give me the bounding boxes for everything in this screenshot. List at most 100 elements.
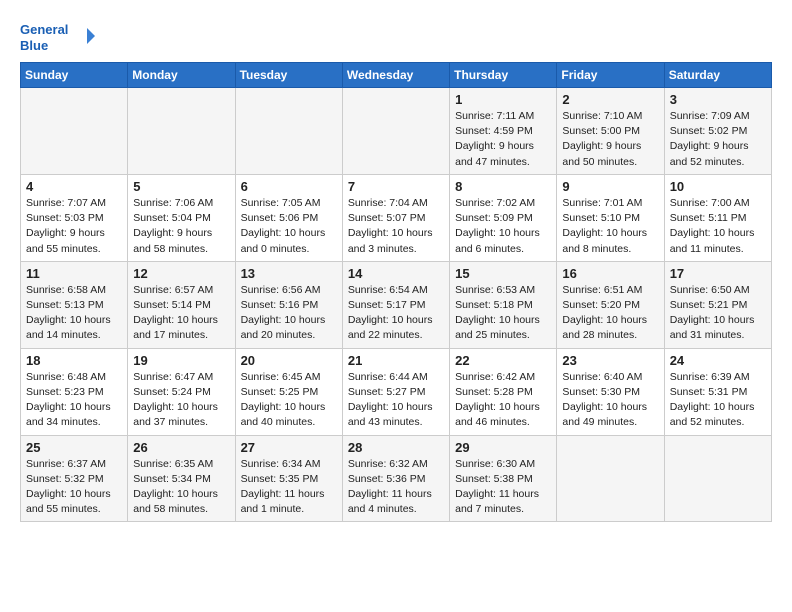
day-cell: 17 Sunrise: 6:50 AMSunset: 5:21 PMDayligh… (664, 261, 771, 348)
day-info-line: Daylight: 10 hours and 46 minutes. (455, 401, 540, 428)
day-info-line: Sunset: 5:06 PM (241, 212, 319, 224)
day-number: 21 (348, 353, 444, 368)
day-info: Sunrise: 6:30 AMSunset: 5:38 PMDaylight:… (455, 457, 551, 518)
day-info-line: Daylight: 10 hours and 17 minutes. (133, 314, 218, 341)
day-info: Sunrise: 6:44 AMSunset: 5:27 PMDaylight:… (348, 370, 444, 431)
day-info: Sunrise: 6:50 AMSunset: 5:21 PMDaylight:… (670, 283, 766, 344)
day-cell: 8 Sunrise: 7:02 AMSunset: 5:09 PMDaylight… (450, 174, 557, 261)
day-info: Sunrise: 6:42 AMSunset: 5:28 PMDaylight:… (455, 370, 551, 431)
day-number: 8 (455, 179, 551, 194)
day-info-line: Sunset: 5:02 PM (670, 125, 748, 137)
day-info-line: Sunrise: 6:54 AM (348, 284, 428, 296)
day-info-line: Daylight: 10 hours and 49 minutes. (562, 401, 647, 428)
day-info-line: Sunset: 5:38 PM (455, 473, 533, 485)
day-info-line: Daylight: 11 hours and 1 minute. (241, 488, 325, 515)
day-cell: 13Sunrise: 6:56 AMSunset: 5:16 PMDayligh… (235, 261, 342, 348)
day-info-line: Daylight: 10 hours and 37 minutes. (133, 401, 218, 428)
day-info-line: Sunrise: 6:48 AM (26, 371, 106, 383)
day-cell: 5Sunrise: 7:06 AMSunset: 5:04 PMDaylight… (128, 174, 235, 261)
day-info-line: Sunrise: 7:06 AM (133, 197, 213, 209)
day-info-line: Sunrise: 6:35 AM (133, 458, 213, 470)
day-info: Sunrise: 6:34 AMSunset: 5:35 PMDaylight:… (241, 457, 337, 518)
day-info-line: Sunset: 5:20 PM (562, 299, 640, 311)
day-info-line: Sunrise: 7:00 AM (670, 197, 750, 209)
day-number: 29 (455, 440, 551, 455)
day-info-line: Sunset: 5:36 PM (348, 473, 426, 485)
day-info-line: Daylight: 11 hours and 7 minutes. (455, 488, 539, 515)
day-info-line: Sunset: 5:04 PM (133, 212, 211, 224)
day-number: 18 (26, 353, 122, 368)
logo-svg: General Blue (20, 16, 100, 56)
day-info-line: Sunrise: 6:45 AM (241, 371, 321, 383)
header-sunday: Sunday (21, 63, 128, 88)
day-info: Sunrise: 6:51 AMSunset: 5:20 PMDaylight:… (562, 283, 658, 344)
day-cell (235, 88, 342, 175)
day-info-line: Sunset: 5:28 PM (455, 386, 533, 398)
day-info: Sunrise: 6:37 AMSunset: 5:32 PMDaylight:… (26, 457, 122, 518)
day-cell: 1Sunrise: 7:11 AMSunset: 4:59 PMDaylight… (450, 88, 557, 175)
day-number: 24 (670, 353, 766, 368)
day-cell: 27Sunrise: 6:34 AMSunset: 5:35 PMDayligh… (235, 435, 342, 522)
day-info-line: Sunset: 5:30 PM (562, 386, 640, 398)
day-info-line: Daylight: 10 hours and 40 minutes. (241, 401, 326, 428)
day-number: 13 (241, 266, 337, 281)
day-info-line: Sunset: 5:24 PM (133, 386, 211, 398)
day-info-line: Sunset: 5:32 PM (26, 473, 104, 485)
header-tuesday: Tuesday (235, 63, 342, 88)
day-info-line: Sunrise: 7:05 AM (241, 197, 321, 209)
day-info: Sunrise: 7:00 AMSunset: 5:11 PMDaylight:… (670, 196, 766, 257)
day-number: 17 (670, 266, 766, 281)
day-number: 22 (455, 353, 551, 368)
day-info-line: Sunrise: 7:10 AM (562, 110, 642, 122)
day-info-line: Sunset: 5:10 PM (562, 212, 640, 224)
day-cell: 9Sunrise: 7:01 AMSunset: 5:10 PMDaylight… (557, 174, 664, 261)
day-info: Sunrise: 6:47 AM Sunset: 5:24 PM Daylight:… (133, 370, 229, 431)
day-info: Sunrise: 6:40 AMSunset: 5:30 PMDaylight:… (562, 370, 658, 431)
week-row-5: 25Sunrise: 6:37 AMSunset: 5:32 PMDayligh… (21, 435, 772, 522)
day-info-line: Sunset: 5:25 PM (241, 386, 319, 398)
day-cell: 14Sunrise: 6:54 AMSunset: 5:17 PMDayligh… (342, 261, 449, 348)
day-number: 6 (241, 179, 337, 194)
day-info-line: Daylight: 10 hours and 25 minutes. (455, 314, 540, 341)
day-info-line: Sunset: 5:07 PM (348, 212, 426, 224)
day-info-line: Sunrise: 6:47 AM (133, 371, 213, 383)
day-info-line: Sunset: 5:11 PM (670, 212, 747, 224)
day-info: Sunrise: 7:11 AMSunset: 4:59 PMDaylight:… (455, 109, 551, 170)
day-info-line: Sunset: 5:34 PM (133, 473, 211, 485)
header-monday: Monday (128, 63, 235, 88)
day-info-line: Daylight: 9 hours and 50 minutes. (562, 140, 641, 167)
day-info-line: Daylight: 10 hours and 0 minutes. (241, 227, 326, 254)
day-number: 26 (133, 440, 229, 455)
day-number: 28 (348, 440, 444, 455)
day-info: Sunrise: 7:07 AMSunset: 5:03 PMDaylight:… (26, 196, 122, 257)
day-info-line: Daylight: 10 hours and 3 minutes. (348, 227, 433, 254)
day-cell: 28 Sunrise: 6:32 AMSunset: 5:36 PMDayligh… (342, 435, 449, 522)
day-info-line: Sunset: 5:18 PM (455, 299, 533, 311)
day-info-line: Sunset: 5:14 PM (133, 299, 211, 311)
day-cell: 16 Sunrise: 6:51 AMSunset: 5:20 PMDayligh… (557, 261, 664, 348)
day-number: 16 (562, 266, 658, 281)
day-number: 14 (348, 266, 444, 281)
day-cell: 29 Sunrise: 6:30 AMSunset: 5:38 PMDayligh… (450, 435, 557, 522)
day-number: 23 (562, 353, 658, 368)
day-number: 12 (133, 266, 229, 281)
day-info-line: Daylight: 10 hours and 6 minutes. (455, 227, 540, 254)
day-info: Sunrise: 7:02 AMSunset: 5:09 PMDaylight:… (455, 196, 551, 257)
day-cell: 23 Sunrise: 6:40 AMSunset: 5:30 PMDayligh… (557, 348, 664, 435)
day-info-line: Sunrise: 6:39 AM (670, 371, 750, 383)
day-info-line: Daylight: 10 hours and 34 minutes. (26, 401, 111, 428)
day-cell: 22 Sunrise: 6:42 AMSunset: 5:28 PMDayligh… (450, 348, 557, 435)
day-cell: 3Sunrise: 7:09 AMSunset: 5:02 PMDaylight… (664, 88, 771, 175)
day-info-line: Sunset: 5:23 PM (26, 386, 104, 398)
day-number: 4 (26, 179, 122, 194)
day-info: Sunrise: 6:32 AMSunset: 5:36 PMDaylight:… (348, 457, 444, 518)
day-info: Sunrise: 6:48 AM Sunset: 5:23 PM Daylight:… (26, 370, 122, 431)
day-info-line: Daylight: 9 hours and 58 minutes. (133, 227, 212, 254)
day-number: 9 (562, 179, 658, 194)
day-cell: 26Sunrise: 6:35 AMSunset: 5:34 PMDayligh… (128, 435, 235, 522)
day-info-line: Sunrise: 6:56 AM (241, 284, 321, 296)
day-info-line: Daylight: 10 hours and 8 minutes. (562, 227, 647, 254)
calendar-table: SundayMondayTuesdayWednesdayThursdayFrid… (20, 62, 772, 522)
day-info-line: Daylight: 10 hours and 31 minutes. (670, 314, 755, 341)
header-thursday: Thursday (450, 63, 557, 88)
